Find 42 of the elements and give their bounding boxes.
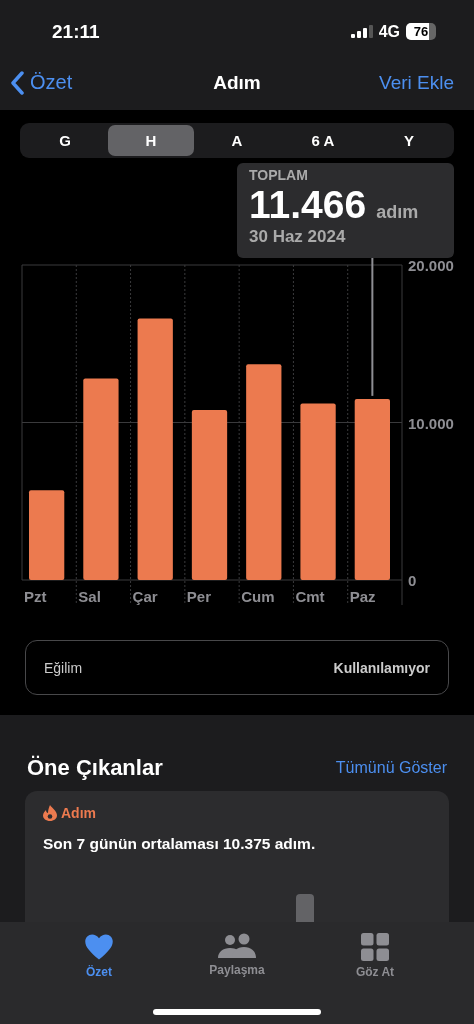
card-text: Son 7 günün ortalaması 10.375 adım. [43, 835, 317, 853]
network-label: 4G [378, 22, 400, 41]
signal-icon [350, 25, 373, 38]
tooltip-value: 11.466 [249, 183, 367, 227]
heart-icon [84, 933, 114, 961]
axis-label: 10.000 [408, 414, 454, 432]
chevron-left-icon [10, 70, 24, 95]
flame-icon [43, 805, 57, 821]
tab-bar-item[interactable]: Paylaşma [187, 932, 287, 980]
axis-label: Pzt [24, 588, 47, 605]
axis-label: Paz [349, 588, 376, 605]
tooltip-unit: adım [376, 202, 419, 223]
back-link[interactable]: Özet [10, 70, 73, 95]
axis-label: 0 [408, 572, 417, 589]
trend-label: Eğilim [44, 659, 83, 676]
tab-bar-item[interactable]: Göz At [325, 932, 425, 980]
grid-icon [361, 933, 389, 961]
trend-value: Kullanılamıyor [333, 659, 430, 676]
add-data-link[interactable]: Veri Ekle [379, 71, 454, 94]
axis-label: Cum [241, 588, 275, 605]
range-tab[interactable]: A [194, 125, 280, 156]
status-time: 21:11 [52, 20, 100, 43]
axis-label: 20.000 [408, 257, 454, 274]
trend-row[interactable]: Eğilim Kullanılamıyor [25, 640, 449, 695]
axis-label: Çar [132, 588, 158, 605]
axis-label: Per [186, 588, 212, 605]
section-title: Öne Çıkanlar [27, 755, 163, 781]
battery-indicator: 76 [406, 23, 436, 40]
tooltip-date: 30 Haz 2024 [249, 227, 347, 247]
range-tab[interactable]: Y [366, 125, 452, 156]
people-icon [217, 933, 257, 959]
card-category: Adım [61, 805, 96, 821]
highlight-card[interactable]: Adım Son 7 günün ortalaması 10.375 adım. [25, 791, 449, 922]
show-all-link[interactable]: Tümünü Göster [335, 759, 447, 777]
range-tab[interactable]: H [108, 125, 194, 156]
range-tab[interactable]: 6 A [280, 125, 366, 156]
axis-label: Cmt [295, 588, 325, 605]
axis-label: Sal [78, 588, 101, 605]
tab-bar-item[interactable]: Özet [49, 932, 149, 980]
tooltip-label: TOPLAM [249, 167, 309, 183]
page-title: Adım [213, 71, 261, 94]
range-tab[interactable]: G [22, 125, 108, 156]
